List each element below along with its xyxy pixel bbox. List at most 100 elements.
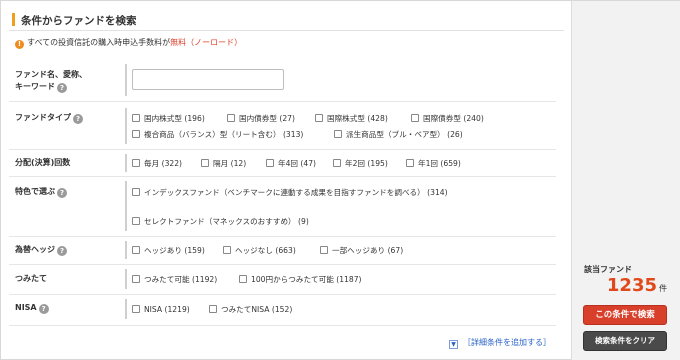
option-label: ヘッジなし (663) [235, 246, 296, 255]
option-label: インデックスファンド（ベンチマークに連動する成果を目指すファンドを調べる） (3… [144, 188, 448, 197]
matching-funds-unit: 件 [659, 284, 667, 293]
fund-type-option[interactable]: 国内債券型 (27) [227, 113, 295, 124]
fund-type-option[interactable]: 国際債券型 (240) [411, 113, 484, 124]
feature-option[interactable]: インデックスファンド（ベンチマークに連動する成果を目指すファンドを調べる） (3… [132, 187, 448, 198]
row-divider [125, 108, 127, 144]
fund-name-label: ファンド名、愛称、 キーワード? [15, 69, 87, 93]
nisa-option[interactable]: NISA (1219) [132, 304, 190, 315]
row-separator [9, 294, 556, 295]
fund-search-panel: 条件からファンドを検索 ! すべての投資信託の購入時申込手数料が無料（ノーロード）… [0, 0, 680, 360]
row-divider [125, 269, 127, 289]
distribution-option[interactable]: 隔月 (12) [201, 158, 246, 169]
checkbox[interactable] [266, 159, 274, 167]
header-accent-bar [12, 13, 15, 26]
row-separator [9, 176, 556, 177]
nisa-option[interactable]: つみたてNISA (152) [209, 304, 292, 315]
checkbox[interactable] [333, 159, 341, 167]
matching-funds-number: 1235 [606, 275, 657, 296]
distribution-option[interactable]: 年2回 (195) [333, 158, 388, 169]
row-separator [9, 325, 556, 326]
checkbox[interactable] [132, 130, 140, 138]
fund-type-option[interactable]: 派生商品型（ブル・ベア型） (26) [334, 129, 463, 140]
tsumitate-option[interactable]: つみたて可能 (1192) [132, 274, 217, 285]
checkbox[interactable] [406, 159, 414, 167]
distribution-option[interactable]: 年4回 (47) [266, 158, 316, 169]
hedge-option[interactable]: ヘッジなし (663) [223, 245, 296, 256]
tsumitate-label: つみたて [15, 274, 47, 283]
row-divider [125, 154, 127, 172]
fund-name-label-line1: ファンド名、愛称、 [15, 70, 87, 79]
option-label: 国内債券型 (27) [239, 114, 295, 123]
option-label: 国際債券型 (240) [423, 114, 484, 123]
clear-conditions-button[interactable]: 検索条件をクリア [583, 331, 667, 351]
matching-funds-count: 1235 件 [607, 275, 667, 296]
checkbox[interactable] [334, 130, 342, 138]
fund-name-label-text: キーワード [15, 82, 55, 91]
hedge-option[interactable]: ヘッジあり (159) [132, 245, 205, 256]
help-icon[interactable]: ? [57, 83, 67, 93]
option-label: 国際株式型 (428) [327, 114, 388, 123]
option-label: 年1回 (659) [418, 159, 461, 168]
fund-name-label-line2: キーワード? [15, 81, 87, 93]
row-separator [9, 236, 556, 237]
checkbox[interactable] [132, 217, 140, 225]
row-divider [125, 299, 127, 319]
feature-label: 特色で選ぶ? [15, 186, 67, 198]
option-label: 一部ヘッジあり (67) [332, 246, 404, 255]
distribution-option[interactable]: 年1回 (659) [406, 158, 461, 169]
checkbox[interactable] [315, 114, 323, 122]
nisa-label: NISA? [15, 302, 49, 314]
help-icon[interactable]: ? [73, 114, 83, 124]
distribution-option[interactable]: 毎月 (322) [132, 158, 182, 169]
section-header: 条件からファンドを検索 [9, 9, 564, 31]
fund-type-option[interactable]: 複合商品（バランス）型（リート含む） (313) [132, 129, 303, 140]
checkbox[interactable] [201, 159, 209, 167]
checkbox[interactable] [227, 114, 235, 122]
checkbox[interactable] [132, 246, 140, 254]
feature-label-text: 特色で選ぶ [15, 187, 55, 196]
fund-type-option[interactable]: 国内株式型 (196) [132, 113, 205, 124]
option-label: 派生商品型（ブル・ベア型） (26) [346, 130, 463, 139]
fund-name-input[interactable] [132, 69, 284, 90]
search-button[interactable]: この条件で検索 [583, 305, 667, 325]
option-label: セレクトファンド（マネックスのおすすめ） (9) [144, 217, 309, 226]
checkbox[interactable] [411, 114, 419, 122]
option-label: 隔月 (12) [213, 159, 247, 168]
checkbox[interactable] [209, 305, 217, 313]
option-label: ヘッジあり (159) [144, 246, 205, 255]
page-title: 条件からファンドを検索 [21, 15, 137, 27]
checkbox[interactable] [132, 305, 140, 313]
checkbox[interactable] [132, 114, 140, 122]
checkbox[interactable] [132, 275, 140, 283]
fee-notice: ! すべての投資信託の購入時申込手数料が無料（ノーロード） [15, 37, 242, 49]
checkbox[interactable] [320, 246, 328, 254]
checkbox[interactable] [223, 246, 231, 254]
chevron-down-icon: ▼ [449, 340, 458, 349]
hedge-option[interactable]: 一部ヘッジあり (67) [320, 245, 403, 256]
add-detail-conditions-link[interactable]: ▼ ［詳細条件を追加する］ [449, 337, 551, 349]
tsumitate-option[interactable]: 100円からつみたて可能 (1187) [239, 274, 362, 285]
help-icon[interactable]: ? [38, 304, 49, 314]
matching-funds-label: 該当ファンド [584, 265, 632, 274]
hedge-label-text: 為替ヘッジ [15, 245, 55, 254]
notice-text: すべての投資信託の購入時申込手数料が [27, 38, 171, 47]
no-load-label: 無料（ノーロード） [170, 38, 243, 47]
option-label: 年2回 (195) [345, 159, 388, 168]
fund-type-option[interactable]: 国際株式型 (428) [315, 113, 388, 124]
row-separator [9, 264, 556, 265]
checkbox[interactable] [132, 188, 140, 196]
fund-type-label: ファンドタイプ? [15, 112, 83, 124]
option-label: 毎月 (322) [144, 159, 183, 168]
help-icon[interactable]: ? [57, 246, 67, 256]
checkbox[interactable] [132, 159, 140, 167]
row-divider [125, 241, 127, 259]
option-label: 100円からつみたて可能 (1187) [251, 275, 362, 284]
hedge-label: 為替ヘッジ? [15, 244, 67, 256]
feature-option[interactable]: セレクトファンド（マネックスのおすすめ） (9) [132, 216, 309, 227]
result-side-panel: 該当ファンド 1235 件 この条件で検索 検索条件をクリア [571, 1, 680, 360]
checkbox[interactable] [239, 275, 247, 283]
info-icon: ! [15, 40, 24, 49]
option-label: 国内株式型 (196) [144, 114, 205, 123]
row-separator [9, 149, 556, 150]
help-icon[interactable]: ? [57, 188, 67, 198]
